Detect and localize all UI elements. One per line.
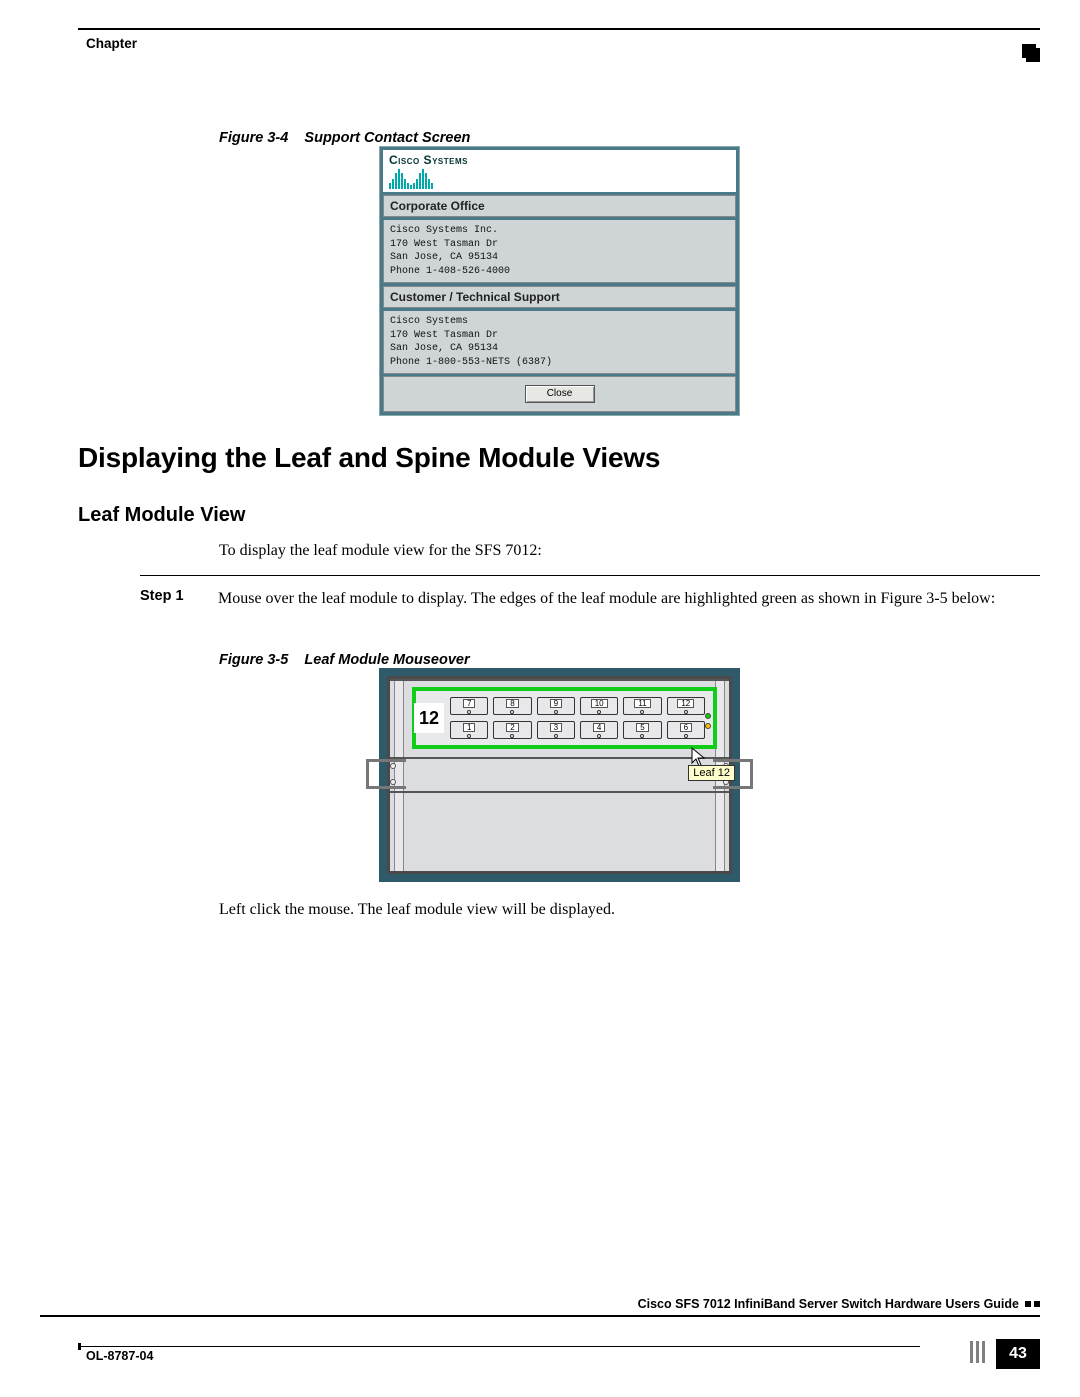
page-number-badge: 43 (996, 1339, 1040, 1369)
thin-rule (140, 575, 1040, 576)
corporate-office-header: Corporate Office (383, 195, 736, 217)
corporate-office-body: Cisco Systems Inc. 170 West Tasman Dr Sa… (383, 220, 736, 283)
port[interactable]: 12 (667, 697, 705, 715)
figure-prefix: Figure 3-5 (219, 652, 288, 668)
port-label: 9 (550, 699, 562, 708)
port-led-icon (554, 710, 558, 714)
port-led-icon (554, 734, 558, 738)
step-1-row: Step 1 Mouse over the leaf module to dis… (140, 588, 1040, 610)
frame-top-line (390, 679, 729, 681)
port-label: 12 (677, 699, 694, 708)
port[interactable]: 5 (623, 721, 661, 739)
footer-rule (40, 1315, 1040, 1317)
status-led-green-icon (705, 713, 711, 719)
port-led-icon (684, 710, 688, 714)
figure-prefix: Figure 3-4 (219, 130, 288, 146)
figure-title: Support Contact Screen (304, 130, 470, 146)
subsection-heading: Leaf Module View (78, 504, 245, 527)
header-rule (78, 28, 1040, 30)
frame-sep-1 (390, 757, 729, 759)
status-led-amber-icon (705, 723, 711, 729)
port-led-icon (640, 710, 644, 714)
cisco-bridge-icon (389, 169, 730, 189)
port-grid: 7 8 9 10 11 12 1 2 3 4 5 6 (450, 695, 705, 741)
port[interactable]: 9 (537, 697, 575, 715)
mount-bracket-left (366, 759, 406, 789)
technical-support-body: Cisco Systems 170 West Tasman Dr San Jos… (383, 311, 736, 374)
footer-guide-title: Cisco SFS 7012 InfiniBand Server Switch … (638, 1297, 1040, 1311)
chassis-frame: 12 7 8 9 10 11 12 1 2 3 4 5 6 (387, 676, 732, 874)
after-figure-text: Left click the mouse. The leaf module vi… (219, 901, 615, 919)
footer-thin-rule (78, 1346, 920, 1347)
frame-sep-2 (390, 791, 729, 793)
chapter-label: Chapter (86, 36, 137, 51)
mouse-cursor-icon (691, 747, 707, 767)
port[interactable]: 1 (450, 721, 488, 739)
close-button[interactable]: Close (525, 385, 595, 403)
technical-support-header: Customer / Technical Support (383, 286, 736, 308)
port[interactable]: 3 (537, 721, 575, 739)
module-status-leds (705, 713, 711, 729)
port-led-icon (467, 734, 471, 738)
port[interactable]: 8 (493, 697, 531, 715)
dialog-footer: Close (383, 376, 736, 412)
port[interactable]: 11 (623, 697, 661, 715)
guide-title-text: Cisco SFS 7012 InfiniBand Server Switch … (638, 1297, 1019, 1311)
port[interactable]: 4 (580, 721, 618, 739)
port-led-icon (597, 734, 601, 738)
footer-square-icon (1025, 1301, 1040, 1307)
module-number: 12 (414, 703, 444, 733)
port-led-icon (510, 734, 514, 738)
port-label: 1 (463, 723, 475, 732)
port-led-icon (597, 710, 601, 714)
support-contact-screen: Cisco Systems Corporate Office Cisco Sys… (379, 146, 740, 416)
port-label: 6 (680, 723, 692, 732)
header-marker-icon (1026, 48, 1040, 62)
figure-3-4-caption: Figure 3-4 Support Contact Screen (219, 130, 470, 146)
cisco-logo-band: Cisco Systems (383, 150, 736, 192)
leaf-module-mouseover-figure: 12 7 8 9 10 11 12 1 2 3 4 5 6 (379, 668, 740, 882)
port[interactable]: 10 (580, 697, 618, 715)
port-led-icon (467, 710, 471, 714)
port-label: 5 (636, 723, 648, 732)
port-label: 10 (591, 699, 608, 708)
port[interactable]: 2 (493, 721, 531, 739)
port-label: 4 (593, 723, 605, 732)
figure-3-5-caption: Figure 3-5 Leaf Module Mouseover (219, 652, 470, 668)
port-led-icon (684, 734, 688, 738)
hover-tooltip: Leaf 12 (688, 765, 735, 781)
port-label: 11 (634, 699, 650, 708)
port[interactable]: 7 (450, 697, 488, 715)
intro-text: To display the leaf module view for the … (219, 542, 542, 560)
cisco-logo-text: Cisco Systems (389, 153, 730, 167)
leaf-module-highlighted[interactable]: 12 7 8 9 10 11 12 1 2 3 4 5 6 (412, 687, 717, 749)
section-heading: Displaying the Leaf and Spine Module Vie… (78, 442, 660, 474)
port-label: 7 (463, 699, 475, 708)
port-label: 2 (506, 723, 518, 732)
figure-title: Leaf Module Mouseover (304, 652, 469, 668)
port-led-icon (640, 734, 644, 738)
step-1-text: Mouse over the leaf module to display. T… (218, 588, 995, 610)
port[interactable]: 6 (667, 721, 705, 739)
step-1-label: Step 1 (140, 588, 192, 610)
port-label: 3 (550, 723, 562, 732)
footer-doc-id: OL-8787-04 (86, 1349, 153, 1363)
port-label: 8 (506, 699, 518, 708)
footer-stripe-icon (970, 1341, 988, 1363)
port-led-icon (510, 710, 514, 714)
